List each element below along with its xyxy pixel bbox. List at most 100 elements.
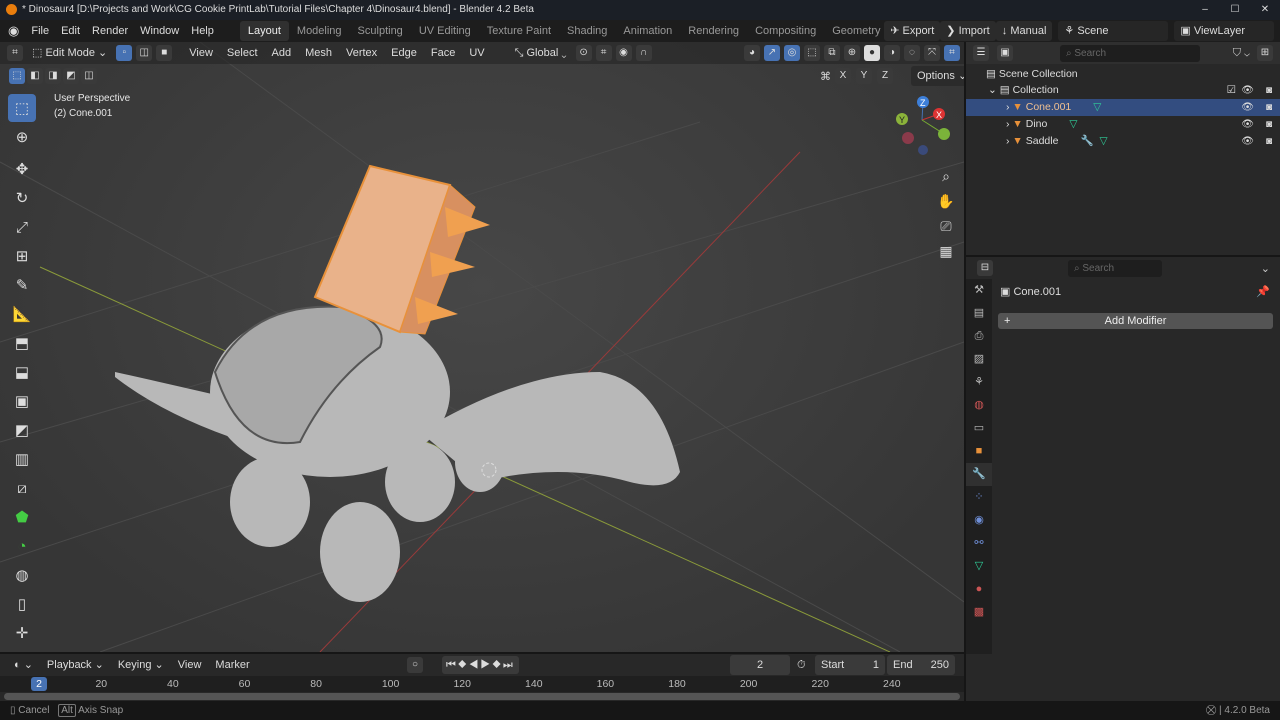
render-camera-icon[interactable]: ◙ — [1266, 133, 1272, 150]
select-intersect-icon[interactable]: ◫ — [81, 68, 97, 84]
start-frame-field[interactable]: Start 1 — [815, 655, 885, 675]
pivot-icon[interactable]: ⊙ — [575, 45, 592, 61]
mesh-data-icon[interactable]: ▽ — [1093, 101, 1101, 113]
options-dropdown[interactable]: Options ⌄ — [911, 66, 964, 86]
3d-viewport[interactable]: Z X Y User Perspective (2) Cone.001 ⌕ ✋ … — [0, 42, 964, 652]
annotate-tool-icon[interactable]: ✎ — [8, 271, 36, 299]
collection-row[interactable]: ⌄ ▤ Collection ☑ 👁 ◙ — [966, 82, 1280, 99]
properties-options-chevron-icon[interactable]: ⌄ — [1261, 262, 1270, 275]
import-button[interactable]: ❯ Import — [940, 21, 996, 41]
outliner-editor-type-icon[interactable]: ☰ — [973, 45, 989, 61]
mesh-data-icon[interactable]: ▽ — [1100, 135, 1108, 147]
material-tab-icon[interactable]: ● — [966, 578, 992, 601]
export-button[interactable]: ✈ Export — [884, 21, 941, 41]
blender-menu-icon[interactable]: ◉ — [0, 20, 25, 42]
solid-shading-icon[interactable]: ● — [864, 45, 880, 61]
stopwatch-icon[interactable]: ⏱ — [797, 659, 806, 672]
end-frame-field[interactable]: End 250 — [887, 655, 955, 675]
select-subtract-icon[interactable]: ◨ — [45, 68, 61, 84]
select-box-tool-icon[interactable]: ⬚ — [8, 94, 36, 122]
tab-geometry-nodes[interactable]: Geometry N — [824, 21, 882, 41]
ortho-grid-icon[interactable]: ▦ — [936, 239, 956, 264]
mirror-x-toggle[interactable]: X — [835, 68, 851, 84]
navigation-gizmo[interactable]: Z X Y — [896, 96, 950, 155]
menu-face[interactable]: Face — [425, 43, 461, 63]
loop-cut-tool-icon[interactable]: ▥ — [8, 445, 36, 473]
tab-rendering[interactable]: Rendering — [680, 21, 747, 41]
add-modifier-button[interactable]: + Add Modifier — [998, 313, 1273, 329]
tab-uv-editing[interactable]: UV Editing — [411, 21, 479, 41]
jump-end-icon[interactable]: ⏭ — [503, 659, 515, 671]
overlay-toggle-icon[interactable]: ◎ — [784, 45, 800, 61]
move-tool-icon[interactable]: ✥ — [8, 155, 36, 183]
select-extend-icon[interactable]: ◧ — [27, 68, 43, 84]
edge-select-icon[interactable]: ◫ — [136, 45, 153, 61]
render-camera-icon[interactable]: ◙ — [1266, 82, 1272, 99]
pan-hand-icon[interactable]: ✋ — [936, 189, 956, 214]
wireframe-shading-icon[interactable]: ⊕ — [844, 45, 860, 61]
current-frame-field[interactable]: 2 — [730, 655, 790, 675]
menu-render[interactable]: Render — [86, 20, 134, 42]
display-mode-icon[interactable]: ▣ — [997, 45, 1013, 61]
select-new-icon[interactable]: ⬚ — [9, 68, 25, 84]
tab-texture-paint[interactable]: Texture Paint — [479, 21, 559, 41]
render-camera-icon[interactable]: ◙ — [1266, 99, 1272, 116]
modifier-wrench-icon[interactable]: 🔧 — [1080, 135, 1093, 147]
transform-orientation-dropdown[interactable]: ⤡ Global ⌄ — [509, 43, 573, 63]
smooth-tool-icon[interactable]: ◍ — [8, 561, 36, 589]
physics-tab-icon[interactable]: ◉ — [966, 509, 992, 532]
constraints-tab-icon[interactable]: ⚯ — [966, 532, 992, 555]
falloff-icon[interactable]: ∩ — [635, 45, 652, 61]
play-icon[interactable]: ▶ — [480, 659, 492, 671]
outliner-row-saddle[interactable]: › ▼ Saddle 🔧 ▽ 👁 ◙ — [966, 133, 1280, 150]
vertex-select-icon[interactable]: ▫ — [116, 45, 133, 61]
tab-compositing[interactable]: Compositing — [747, 21, 824, 41]
select-difference-icon[interactable]: ◩ — [63, 68, 79, 84]
shrink-fatten-tool-icon[interactable]: ✛ — [8, 619, 36, 647]
menu-add[interactable]: Add — [266, 43, 298, 63]
collection-tab-icon[interactable]: ▭ — [966, 417, 992, 440]
gizmo-toggle-icon[interactable]: ↗ — [764, 45, 780, 61]
edge-slide-tool-icon[interactable]: ▯ — [8, 590, 36, 618]
visibility-icon[interactable]: ◕ — [744, 45, 760, 61]
eye-icon[interactable]: 👁 — [1241, 82, 1254, 99]
render-camera-icon[interactable]: ◙ — [1266, 116, 1272, 133]
tab-shading[interactable]: Shading — [559, 21, 615, 41]
particles-tab-icon[interactable]: ⁘ — [966, 486, 992, 509]
menu-mesh[interactable]: Mesh — [299, 43, 338, 63]
tool-tab-icon[interactable]: ⚒ — [966, 279, 992, 302]
camera-view-icon[interactable]: ⎚ — [936, 214, 956, 239]
view-layer-tab-icon[interactable]: ▨ — [966, 348, 992, 371]
uv-sync-icon[interactable]: ⤧ — [924, 45, 940, 61]
texture-tab-icon[interactable]: ▩ — [966, 601, 992, 624]
mode-selector[interactable]: ⬚ Edit Mode ⌄ — [26, 43, 113, 63]
add-cube-tool-icon[interactable]: ⬒ — [8, 329, 36, 357]
menu-file[interactable]: File — [25, 20, 55, 42]
maximize-button[interactable]: ☐ — [1220, 0, 1250, 20]
filter-icon[interactable]: ⛉ ⌄ — [1233, 47, 1250, 60]
object-tab-icon[interactable]: ■ — [966, 440, 992, 463]
tab-sculpting[interactable]: Sculpting — [350, 21, 411, 41]
close-button[interactable]: ✕ — [1250, 0, 1280, 20]
extrude-tool-icon[interactable]: ⬓ — [8, 358, 36, 386]
outliner-row-cone-001[interactable]: › ▼ Cone.001 ▽ 👁 ◙ — [966, 99, 1280, 116]
playback-menu[interactable]: Playback ⌄ — [41, 655, 110, 675]
menu-select[interactable]: Select — [221, 43, 264, 63]
inset-tool-icon[interactable]: ▣ — [8, 387, 36, 415]
prev-keyframe-icon[interactable]: ◆ — [458, 659, 469, 671]
eye-icon[interactable]: 👁 — [1241, 99, 1254, 116]
mirror-y-toggle[interactable]: Y — [856, 68, 872, 84]
minimize-button[interactable]: – — [1190, 0, 1220, 20]
playhead[interactable]: 2 — [31, 677, 47, 691]
render-tab-icon[interactable]: ▤ — [966, 302, 992, 325]
material-shading-icon[interactable]: ◑ — [884, 45, 900, 61]
auto-keying-icon[interactable]: ○ — [407, 657, 423, 673]
menu-view[interactable]: View — [183, 43, 219, 63]
scene-selector[interactable]: ⚘ Scene — [1058, 21, 1169, 41]
menu-window[interactable]: Window — [134, 20, 185, 42]
cursor-tool-icon[interactable]: ⊕ — [8, 123, 36, 151]
timeline-editor-type-icon[interactable]: ◐ ⌄ — [8, 655, 39, 675]
properties-editor-type-icon[interactable]: ⊟ — [977, 260, 993, 276]
output-tab-icon[interactable]: ⎙ — [966, 325, 992, 348]
tab-animation[interactable]: Animation — [615, 21, 680, 41]
